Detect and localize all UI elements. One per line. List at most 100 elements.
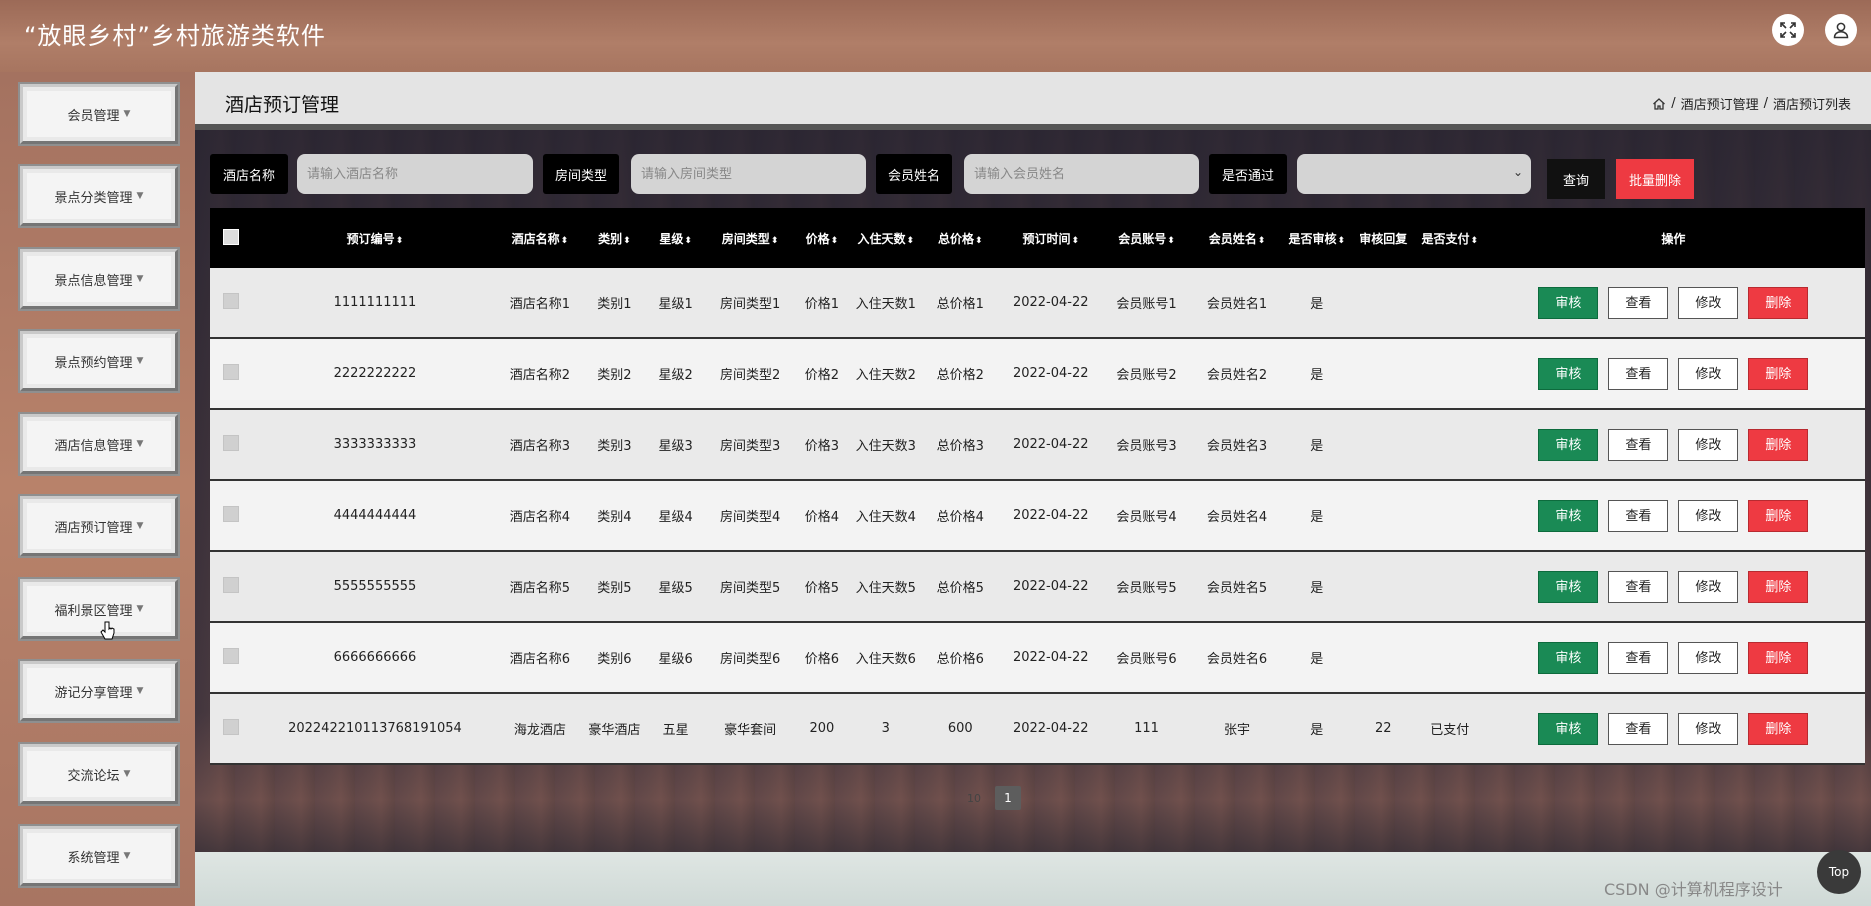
column-header[interactable]: 星级⬍ — [646, 208, 705, 268]
breadcrumb-item[interactable]: 酒店预订管理 — [1681, 94, 1759, 113]
sidebar-item-welfare-scenic[interactable]: 福利景区管理 ▼ — [20, 579, 178, 639]
column-header[interactable]: 房间类型⬍ — [704, 208, 796, 268]
column-header[interactable]: 是否支付⬍ — [1417, 208, 1482, 268]
select-all-checkbox[interactable] — [223, 228, 240, 245]
sidebar-item-forum[interactable]: 交流论坛 ▼ — [20, 744, 178, 804]
delete-button[interactable]: 删除 — [1748, 570, 1809, 603]
table-cell: 入住天数6 — [848, 622, 924, 694]
delete-button[interactable]: 删除 — [1748, 641, 1809, 674]
audit-button[interactable]: 审核 — [1538, 712, 1599, 745]
batch-delete-button[interactable]: 批量删除 — [1616, 159, 1694, 199]
column-header[interactable]: 会员账号⬍ — [1103, 208, 1190, 268]
audit-button[interactable]: 审核 — [1538, 286, 1599, 319]
table-cell — [1417, 409, 1482, 481]
sidebar-item-scenic-category[interactable]: 景点分类管理 ▼ — [20, 166, 178, 226]
column-header[interactable]: 酒店名称⬍ — [497, 208, 583, 268]
delete-button[interactable]: 删除 — [1748, 428, 1809, 461]
sidebar-item-member[interactable]: 会员管理 ▼ — [20, 84, 178, 144]
table-cell: 类别2 — [582, 338, 647, 410]
row-checkbox[interactable] — [223, 505, 240, 522]
column-header[interactable]: 预订时间⬍ — [997, 208, 1104, 268]
fullscreen-button[interactable] — [1772, 14, 1804, 46]
page-size-select[interactable]: 10 — [967, 792, 981, 805]
sidebar-item-travel-notes[interactable]: 游记分享管理 ▼ — [20, 661, 178, 721]
passed-select[interactable]: ⌄ — [1297, 154, 1531, 194]
sidebar-item-hotel-booking[interactable]: 酒店预订管理 ▼ — [20, 496, 178, 556]
table-cell: 1111111111 — [252, 268, 498, 339]
table-cell: 豪华套间 — [704, 693, 796, 765]
view-button[interactable]: 查看 — [1608, 357, 1669, 390]
row-actions: 审核 查看 修改 删除 — [1481, 409, 1865, 481]
column-header[interactable]: 入住天数⬍ — [848, 208, 924, 268]
audit-button[interactable]: 审核 — [1538, 428, 1599, 461]
table-cell: 是 — [1284, 693, 1349, 765]
row-checkbox[interactable] — [223, 647, 240, 664]
watermark: CSDN @计算机程序设计 — [1604, 880, 1783, 899]
view-button[interactable]: 查看 — [1608, 499, 1669, 532]
edit-button[interactable]: 修改 — [1678, 641, 1739, 674]
room-type-input[interactable] — [631, 154, 866, 194]
user-menu-button[interactable] — [1825, 14, 1857, 46]
page-number-current[interactable]: 1 — [995, 786, 1021, 810]
row-checkbox[interactable] — [223, 718, 240, 735]
table-cell — [1348, 622, 1418, 694]
table-cell: 200 — [795, 693, 849, 765]
sort-icon: ⬍ — [1337, 235, 1346, 246]
view-button[interactable]: 查看 — [1608, 712, 1669, 745]
column-header: 操作 — [1481, 208, 1865, 268]
back-to-top-button[interactable]: Top — [1817, 850, 1861, 894]
table-cell: 2022-04-22 — [997, 338, 1104, 410]
table-cell: 总价格6 — [923, 622, 998, 694]
column-header[interactable]: 是否审核⬍ — [1284, 208, 1349, 268]
delete-button[interactable]: 删除 — [1748, 712, 1809, 745]
column-header[interactable]: 价格⬍ — [795, 208, 849, 268]
edit-button[interactable]: 修改 — [1678, 712, 1739, 745]
column-header[interactable]: 预订编号⬍ — [252, 208, 498, 268]
edit-button[interactable]: 修改 — [1678, 286, 1739, 319]
table-cell: 3 — [848, 693, 924, 765]
audit-button[interactable]: 审核 — [1538, 641, 1599, 674]
sort-icon: ⬍ — [1257, 235, 1266, 246]
table-cell: 会员账号3 — [1103, 409, 1190, 481]
row-checkbox[interactable] — [223, 363, 240, 380]
table-cell: 类别1 — [582, 268, 647, 339]
caret-down-icon: ▼ — [136, 191, 144, 201]
edit-button[interactable]: 修改 — [1678, 428, 1739, 461]
home-icon[interactable] — [1652, 97, 1666, 111]
view-button[interactable]: 查看 — [1608, 641, 1669, 674]
sidebar-item-system[interactable]: 系统管理 ▼ — [20, 826, 178, 886]
page-header: 酒店预订管理 / 酒店预订管理 / 酒店预订列表 — [195, 72, 1871, 124]
row-checkbox[interactable] — [223, 434, 240, 451]
table-cell: 星级3 — [646, 409, 705, 481]
table-cell: 张宇 — [1189, 693, 1285, 765]
sidebar-item-scenic-booking[interactable]: 景点预约管理 ▼ — [20, 331, 178, 391]
delete-button[interactable]: 删除 — [1748, 499, 1809, 532]
hotel-name-input[interactable] — [297, 154, 533, 194]
edit-button[interactable]: 修改 — [1678, 570, 1739, 603]
row-checkbox[interactable] — [223, 576, 240, 593]
delete-button[interactable]: 删除 — [1748, 357, 1809, 390]
view-button[interactable]: 查看 — [1608, 570, 1669, 603]
table-row: 2222222222 酒店名称2 类别2 星级2 房间类型2 价格2 入住天数2 总价格2 20… — [210, 338, 1865, 410]
audit-button[interactable]: 审核 — [1538, 357, 1599, 390]
table-cell: 20224221011376819105​4 — [252, 693, 498, 765]
column-header[interactable]: 类别⬍ — [582, 208, 647, 268]
audit-button[interactable]: 审核 — [1538, 499, 1599, 532]
edit-button[interactable]: 修改 — [1678, 357, 1739, 390]
row-actions: 审核 查看 修改 删除 — [1481, 480, 1865, 552]
query-button[interactable]: 查询 — [1547, 159, 1605, 199]
member-name-input[interactable] — [964, 154, 1199, 194]
select-all-header — [210, 208, 253, 268]
view-button[interactable]: 查看 — [1608, 428, 1669, 461]
edit-button[interactable]: 修改 — [1678, 499, 1739, 532]
column-header[interactable]: 会员姓名⬍ — [1189, 208, 1285, 268]
sort-icon: ⬍ — [830, 235, 839, 246]
sidebar-item-hotel-info[interactable]: 酒店信息管理 ▼ — [20, 414, 178, 474]
table-cell — [1348, 409, 1418, 481]
view-button[interactable]: 查看 — [1608, 286, 1669, 319]
audit-button[interactable]: 审核 — [1538, 570, 1599, 603]
delete-button[interactable]: 删除 — [1748, 286, 1809, 319]
column-header[interactable]: 总价格⬍ — [923, 208, 998, 268]
sidebar-item-scenic-info[interactable]: 景点信息管理 ▼ — [20, 249, 178, 309]
row-checkbox[interactable] — [223, 292, 240, 309]
